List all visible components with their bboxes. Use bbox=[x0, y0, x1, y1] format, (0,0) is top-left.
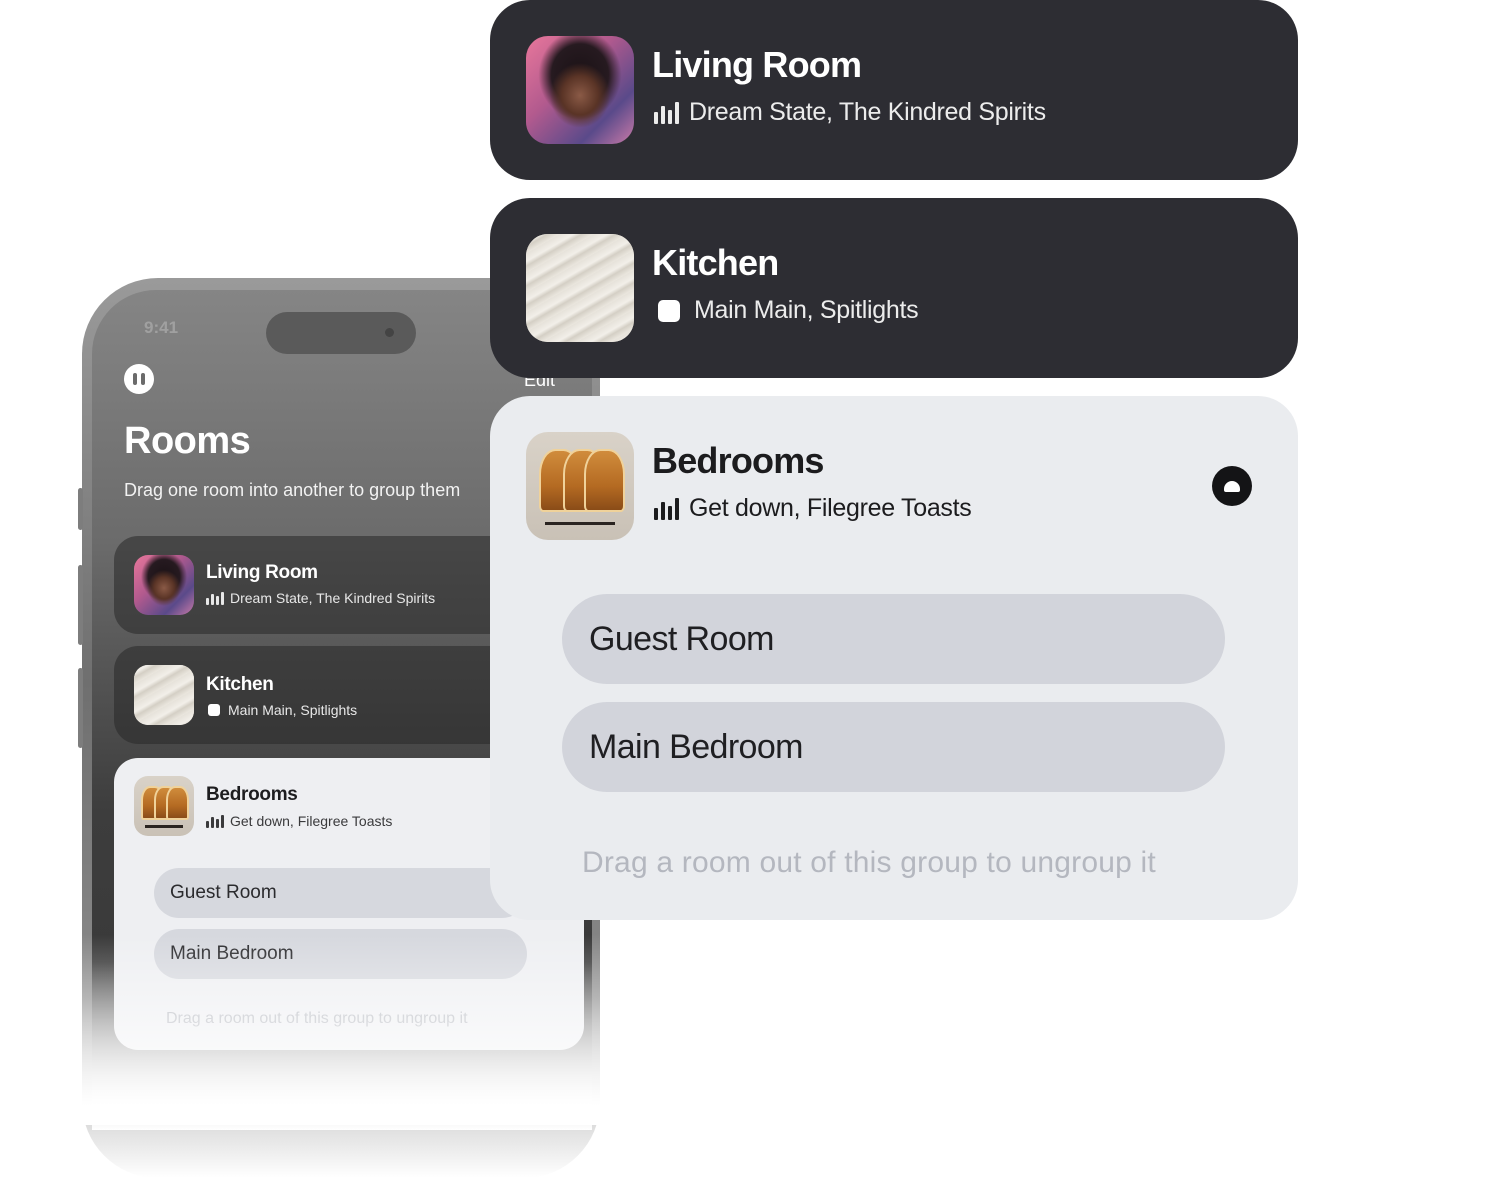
page-hint: Drag one room into another to group them bbox=[124, 480, 461, 500]
album-art bbox=[134, 555, 194, 615]
now-playing-text: Main Main, Spitlights bbox=[228, 702, 358, 718]
group-footer-hint: Drag a room out of this group to ungroup… bbox=[166, 1010, 468, 1027]
room-now-playing: Main Main, Spitlights bbox=[654, 296, 919, 325]
room-now-playing: Dream State, The Kindred Spirits bbox=[654, 98, 1046, 127]
dynamic-island bbox=[266, 312, 416, 354]
now-playing-text: Dream State, The Kindred Spirits bbox=[689, 98, 1046, 126]
room-group-card-bedrooms-large[interactable]: Bedrooms Get down, Filegree Toasts Guest… bbox=[490, 396, 1298, 920]
room-name: Kitchen bbox=[652, 242, 779, 283]
status-time: 9:41 bbox=[144, 318, 179, 337]
now-playing-text: Get down, Filegree Toasts bbox=[230, 813, 393, 829]
room-now-playing: Get down, Filegree Toasts bbox=[206, 813, 392, 829]
stop-icon bbox=[208, 704, 220, 716]
album-art bbox=[134, 665, 194, 725]
now-playing-text: Get down, Filegree Toasts bbox=[689, 494, 972, 522]
room-name: Bedrooms bbox=[652, 440, 824, 481]
room-card-kitchen-large[interactable]: Kitchen Main Main, Spitlights bbox=[490, 198, 1298, 378]
equalizer-icon bbox=[654, 497, 679, 520]
album-art bbox=[526, 36, 634, 144]
room-name: Living Room bbox=[652, 44, 862, 85]
equalizer-icon bbox=[206, 591, 224, 605]
group-member-guest-room[interactable]: Guest Room bbox=[154, 868, 527, 918]
phone-side-button bbox=[78, 565, 83, 645]
album-art bbox=[526, 432, 634, 540]
equalizer-icon bbox=[654, 101, 679, 124]
room-now-playing: Main Main, Spitlights bbox=[206, 702, 357, 718]
room-name: Kitchen bbox=[206, 674, 274, 695]
room-name: Bedrooms bbox=[206, 784, 298, 805]
stop-icon bbox=[658, 299, 680, 322]
camera-dot bbox=[385, 328, 394, 337]
album-art bbox=[134, 776, 194, 836]
app-logo-icon[interactable] bbox=[124, 364, 154, 394]
group-member-main-bedroom[interactable]: Main Bedroom bbox=[154, 929, 527, 979]
group-member-main-bedroom[interactable]: Main Bedroom bbox=[562, 702, 1225, 792]
cloud-icon[interactable] bbox=[1212, 466, 1252, 506]
room-now-playing: Dream State, The Kindred Spirits bbox=[206, 590, 435, 606]
album-art bbox=[526, 234, 634, 342]
now-playing-text: Dream State, The Kindred Spirits bbox=[230, 590, 436, 606]
page-title: Rooms bbox=[124, 420, 251, 462]
room-card-living-room-large[interactable]: Living Room Dream State, The Kindred Spi… bbox=[490, 0, 1298, 180]
room-name: Living Room bbox=[206, 562, 318, 583]
group-member-guest-room[interactable]: Guest Room bbox=[562, 594, 1225, 684]
now-playing-text: Main Main, Spitlights bbox=[694, 296, 919, 324]
equalizer-icon bbox=[206, 814, 224, 828]
group-footer-hint: Drag a room out of this group to ungroup… bbox=[582, 846, 1156, 879]
phone-side-button bbox=[78, 668, 83, 748]
room-now-playing: Get down, Filegree Toasts bbox=[654, 494, 972, 523]
phone-side-button bbox=[78, 488, 83, 530]
